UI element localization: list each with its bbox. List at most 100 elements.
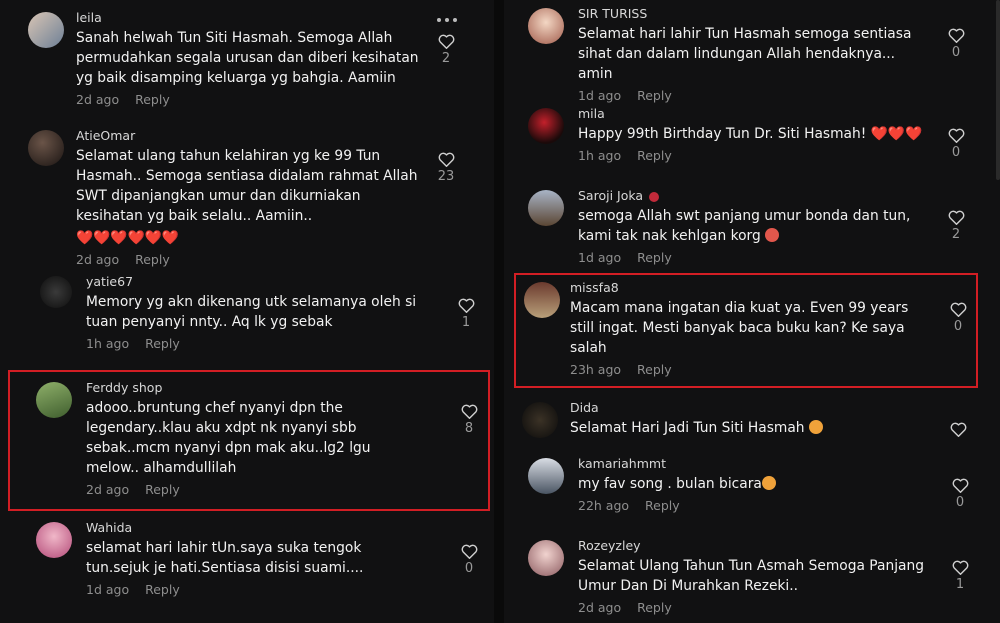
heart-outline-icon [945,560,975,575]
scrollbar[interactable] [996,0,1000,180]
comment-username[interactable]: AtieOmar [76,128,424,144]
like-count: 0 [951,45,961,60]
comment-text: Memory yg akn dikenang utk selamanya ole… [86,294,417,330]
comment-text: Selamat hari lahir Tun Hasmah semoga sen… [578,26,912,82]
avatar[interactable] [28,130,64,166]
comment-text: Selamat Ulang Tahun Tun Asmah Semoga Pan… [578,558,924,594]
comment-username[interactable]: SIR TURISS [578,6,930,22]
like-button[interactable]: 0 [941,128,971,161]
comment-emoji: ❤️❤️❤️❤️❤️❤️ [76,230,180,246]
comment-time: 2d ago [76,92,120,107]
comment-time: 1d ago [578,250,622,265]
reply-button[interactable]: Reply [145,582,180,597]
reply-button[interactable]: Reply [145,482,180,497]
comment-time: 2d ago [578,600,622,615]
like-count: 2 [951,227,961,242]
heart-outline-icon [431,152,461,167]
heart-outline-icon [454,544,484,559]
reply-button[interactable]: Reply [135,252,170,267]
like-count: 1 [955,577,965,592]
avatar[interactable] [40,276,72,308]
like-count: 1 [461,315,471,330]
heart-outline-icon [943,422,973,437]
like-button[interactable]: 1 [945,560,975,593]
avatar[interactable] [36,382,72,418]
like-button[interactable]: 8 [454,404,484,437]
reply-button[interactable]: Reply [637,600,672,615]
comment-time: 1d ago [86,582,130,597]
comment-text: Selamat Hari Jadi Tun Siti Hasmah [570,420,805,436]
heart-outline-icon [454,404,484,419]
comment-text: Sanah helwah Tun Siti Hasmah. Semoga All… [76,30,419,86]
reply-button[interactable]: Reply [135,92,170,107]
comment-text: Macam mana ingatan dia kuat ya. Even 99 … [570,300,909,356]
avatar[interactable] [528,108,564,144]
comment-username[interactable]: Saroji Joka [578,188,643,203]
reply-button[interactable]: Reply [645,498,680,513]
comment-username[interactable]: kamariahmmt [578,456,930,472]
comment-username[interactable]: mila [578,106,930,122]
comment-username[interactable]: Ferddy shop [86,380,424,396]
avatar[interactable] [36,522,72,558]
like-button[interactable]: 0 [943,302,973,335]
comment-username[interactable]: yatie67 [86,274,424,290]
comment-emoji: ❤️❤️❤️ [870,126,923,142]
panel-divider [494,0,504,623]
avatar[interactable] [28,12,64,48]
heart-outline-icon [941,128,971,143]
reply-button[interactable]: Reply [637,148,672,163]
comment-username[interactable]: Dida [570,400,930,416]
reply-button[interactable]: Reply [145,336,180,351]
comment-time: 22h ago [578,498,630,513]
comment-text: my fav song . bulan bicara [578,476,762,492]
avatar[interactable] [528,8,564,44]
comment-time: 2d ago [86,482,130,497]
like-count: 0 [955,495,965,510]
comment-username[interactable]: Rozeyzley [578,538,930,554]
like-count: 8 [464,421,474,436]
flower-badge-icon [649,191,660,202]
like-count: 23 [437,169,455,184]
comment-text: Happy 99th Birthday Tun Dr. Siti Hasmah! [578,126,867,142]
like-count: 2 [441,51,451,66]
avatar[interactable] [528,190,564,226]
avatar[interactable] [524,282,560,318]
comment-username[interactable]: missfa8 [570,280,930,296]
like-count: 0 [953,319,963,334]
reply-button[interactable]: Reply [637,88,672,103]
more-options-icon[interactable] [437,18,457,22]
avatar[interactable] [522,402,558,438]
like-button[interactable]: 2 [941,210,971,243]
like-button[interactable]: 2 [431,34,461,67]
heart-outline-icon [451,298,481,313]
heart-outline-icon [945,478,975,493]
comment-time: 1d ago [578,88,622,103]
like-count: 0 [951,145,961,160]
comment-time: 23h ago [570,362,622,377]
comment-text: semoga Allah swt panjang umur bonda dan … [578,208,911,244]
comment-time: 1h ago [578,148,622,163]
heart-outline-icon [941,28,971,43]
comment-username[interactable]: leila [76,10,424,26]
avatar[interactable] [528,540,564,576]
comment-text: adooo..bruntung chef nyanyi dpn the lege… [86,400,371,476]
crying-face-icon [765,228,780,242]
avatar[interactable] [528,458,564,494]
like-button[interactable]: 0 [941,28,971,61]
like-button[interactable]: 23 [431,152,461,185]
comment-text: selamat hari lahir tUn.saya suka tengok … [86,540,364,576]
heart-outline-icon [943,302,973,317]
comment-username[interactable]: Wahida [86,520,424,536]
like-button[interactable]: 0 [454,544,484,577]
like-button[interactable] [943,422,973,437]
like-button[interactable]: 0 [945,478,975,511]
reply-button[interactable]: Reply [637,362,672,377]
reply-button[interactable]: Reply [637,250,672,265]
like-count: 0 [464,561,474,576]
comment-time: 2d ago [76,252,120,267]
smiling-hearts-icon [761,476,776,490]
comment-text: Selamat ulang tahun kelahiran yg ke 99 T… [76,148,418,224]
heart-outline-icon [431,34,461,49]
left-comment-panel: leila Sanah helwah Tun Siti Hasmah. Semo… [0,0,494,623]
like-button[interactable]: 1 [451,298,481,331]
